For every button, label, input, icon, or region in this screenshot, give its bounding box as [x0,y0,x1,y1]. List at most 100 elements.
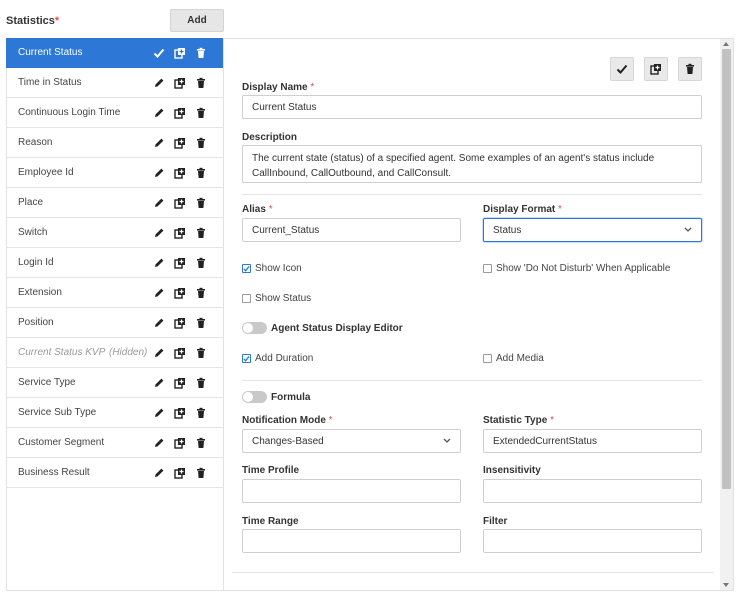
pencil-icon[interactable] [153,467,165,479]
trash-icon[interactable] [195,377,207,389]
pencil-icon[interactable] [153,317,165,329]
required-mark: * [54,15,60,27]
copy-icon[interactable] [174,77,186,89]
scrollbar[interactable] [720,39,733,590]
divider [242,380,702,381]
trash-icon[interactable] [195,107,207,119]
display-name-field[interactable]: Current Status [242,95,702,119]
copy-icon[interactable] [174,197,186,209]
copy-icon[interactable] [174,437,186,449]
copy-icon[interactable] [174,257,186,269]
duplicate-button[interactable] [644,57,668,81]
scroll-up-icon[interactable] [723,42,729,46]
list-item[interactable]: Place [6,188,223,218]
hidden-tag: (Hidden) [109,347,148,358]
pencil-icon[interactable] [153,107,165,119]
description-label: Description [242,132,298,143]
trash-icon[interactable] [195,257,207,269]
trash-icon[interactable] [195,317,207,329]
copy-icon[interactable] [174,317,186,329]
pencil-icon[interactable] [153,167,165,179]
copy-icon[interactable] [174,107,186,119]
notification-mode-select[interactable]: Changes-Based [242,429,461,453]
copy-icon[interactable] [174,347,186,359]
pencil-icon[interactable] [153,257,165,269]
list-item[interactable]: Current Status [6,38,223,68]
pencil-icon[interactable] [153,197,165,209]
time-profile-label: Time Profile [242,465,300,476]
display-format-select[interactable]: Status [483,218,702,242]
show-status-checkbox[interactable]: Show Status [242,293,311,304]
pencil-icon[interactable] [153,137,165,149]
trash-icon[interactable] [195,407,207,419]
display-format-label: Display Format * [483,204,562,215]
copy-icon[interactable] [174,407,186,419]
pencil-icon[interactable] [153,437,165,449]
pencil-icon[interactable] [153,77,165,89]
toggle-switch [242,391,267,403]
list-item[interactable]: Position [6,308,223,338]
trash-icon[interactable] [195,347,207,359]
description-field[interactable]: The current state (status) of a specifie… [242,145,702,183]
trash-icon[interactable] [195,287,207,299]
list-item[interactable]: Login Id [6,248,223,278]
add-media-checkbox[interactable]: Add Media [483,353,544,364]
alias-field[interactable]: Current_Status [242,218,461,242]
check-icon[interactable] [153,47,165,59]
list-item[interactable]: Business Result [6,458,223,488]
statistic-type-field[interactable]: ExtendedCurrentStatus [483,429,702,453]
delete-button[interactable] [678,57,702,81]
time-profile-field[interactable] [242,479,461,503]
insensitivity-field[interactable] [483,479,702,503]
list-item[interactable]: Service Sub Type [6,398,223,428]
list-item[interactable]: Continuous Login Time [6,98,223,128]
trash-icon[interactable] [195,467,207,479]
pencil-icon[interactable] [153,287,165,299]
add-button[interactable]: Add [170,9,224,32]
list-item[interactable]: Reason [6,128,223,158]
copy-icon[interactable] [174,287,186,299]
filter-field[interactable] [483,529,702,553]
checkbox-unchecked-icon [242,294,251,303]
trash-icon[interactable] [195,77,207,89]
checkbox-checked-icon [242,264,251,273]
filter-label: Filter [483,516,508,527]
list-item[interactable]: Time in Status [6,68,223,98]
trash-icon[interactable] [195,227,207,239]
trash-icon [684,63,696,75]
trash-icon[interactable] [195,437,207,449]
list-item[interactable]: Switch [6,218,223,248]
trash-icon[interactable] [195,47,207,59]
list-item[interactable]: Current Status KVP (Hidden) [6,338,223,368]
add-duration-checkbox[interactable]: Add Duration [242,353,313,364]
save-button[interactable] [610,57,634,81]
formula-toggle[interactable]: Formula [242,391,310,403]
copy-icon[interactable] [174,137,186,149]
trash-icon[interactable] [195,167,207,179]
show-dnd-checkbox[interactable]: Show 'Do Not Disturb' When Applicable [483,263,670,274]
copy-icon[interactable] [174,167,186,179]
statistics-list: Current Status Time in Status Continuous… [6,38,224,591]
list-item[interactable]: Service Type [6,368,223,398]
pencil-icon[interactable] [153,377,165,389]
pencil-icon[interactable] [153,407,165,419]
copy-icon[interactable] [174,47,186,59]
show-icon-checkbox[interactable]: Show Icon [242,263,302,274]
list-item[interactable]: Extension [6,278,223,308]
checkbox-unchecked-icon [483,354,492,363]
list-item[interactable]: Employee Id [6,158,223,188]
chevron-down-icon [684,225,692,238]
pencil-icon[interactable] [153,227,165,239]
scroll-down-icon[interactable] [723,583,729,587]
time-range-label: Time Range [242,516,299,527]
copy-icon[interactable] [174,227,186,239]
copy-icon[interactable] [174,377,186,389]
agent-status-editor-toggle[interactable]: Agent Status Display Editor [242,322,403,334]
list-item[interactable]: Customer Segment [6,428,223,458]
copy-icon[interactable] [174,467,186,479]
trash-icon[interactable] [195,137,207,149]
scroll-thumb[interactable] [722,49,731,489]
trash-icon[interactable] [195,197,207,209]
time-range-field[interactable] [242,529,461,553]
pencil-icon[interactable] [153,347,165,359]
